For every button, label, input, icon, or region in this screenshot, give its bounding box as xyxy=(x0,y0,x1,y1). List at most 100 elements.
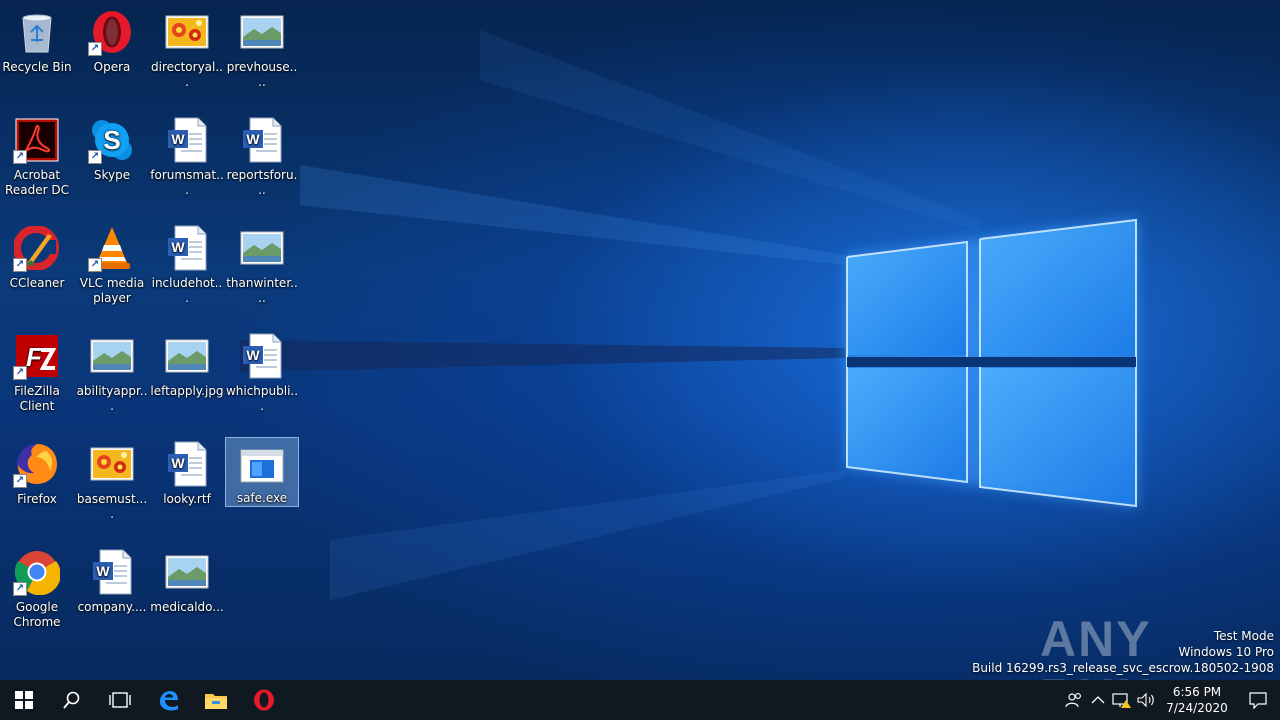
desktop-icon-label: looky.rtf xyxy=(163,492,211,506)
landscape-icon xyxy=(238,224,286,272)
landscape-icon xyxy=(238,8,286,56)
svg-text:S: S xyxy=(103,125,120,155)
desktop-icon-ccleaner[interactable]: ↗ CCleaner xyxy=(0,218,74,318)
word-icon: W xyxy=(163,224,211,272)
svg-text:W: W xyxy=(171,239,185,255)
edge-icon xyxy=(160,691,178,711)
notification-icon xyxy=(1249,692,1267,709)
landscape-icon xyxy=(88,332,136,380)
desktop-icon-directoryal[interactable]: directoryal... xyxy=(150,2,224,102)
clock-date: 7/24/2020 xyxy=(1166,701,1228,715)
desktop-icon-label: safe.exe xyxy=(236,491,288,505)
shortcut-arrow-icon: ↗ xyxy=(13,582,27,596)
action-center-button[interactable] xyxy=(1236,680,1280,720)
desktop-icon-label: basemust.... xyxy=(76,492,148,521)
landscape-icon xyxy=(163,548,211,596)
desktop-icon-includehot[interactable]: Wincludehot... xyxy=(150,218,224,318)
svg-text:W: W xyxy=(246,131,260,147)
skype-icon: S ↗ xyxy=(88,116,136,164)
svg-text:W: W xyxy=(171,455,185,471)
word-icon: W xyxy=(238,116,286,164)
svg-text:W: W xyxy=(171,131,185,147)
clock[interactable]: 6:56 PM 7/24/2020 xyxy=(1158,684,1236,716)
desktop-icon-label: Skype xyxy=(93,168,131,182)
desktop-icon-label: directoryal... xyxy=(151,60,223,89)
desktop-icon-label: reportsforu... xyxy=(226,168,298,197)
file-explorer-icon xyxy=(205,694,227,709)
windows-watermark: Test Mode Windows 10 Pro Build 16299.rs3… xyxy=(972,628,1274,676)
people-icon xyxy=(1065,693,1081,708)
shortcut-arrow-icon: ↗ xyxy=(13,258,27,272)
desktop-icon-abilityappr[interactable]: abilityappr... xyxy=(75,326,149,426)
task-view-icon xyxy=(109,692,131,708)
svg-text:F: F xyxy=(26,342,43,372)
clock-time: 6:56 PM xyxy=(1172,685,1222,699)
opera-icon xyxy=(254,689,274,711)
desktop-icon-leftapply-jpg[interactable]: leftapply.jpg xyxy=(150,326,224,426)
watermark-edition: Windows 10 Pro xyxy=(1178,645,1274,659)
desktop-icon-firefox[interactable]: ↗ Firefox xyxy=(0,434,74,534)
shortcut-arrow-icon: ↗ xyxy=(13,474,27,488)
desktop-icon-opera[interactable]: ↗ Opera xyxy=(75,2,149,102)
chrome-icon: ↗ xyxy=(13,548,61,596)
desktop-icon-label: Opera xyxy=(93,60,131,74)
desktop-icon-label: Acrobat Reader DC xyxy=(5,168,69,197)
task-view-button[interactable] xyxy=(96,680,144,720)
svg-text:W: W xyxy=(246,347,260,363)
shortcut-arrow-icon: ↗ xyxy=(13,366,27,380)
desktop-icon-label: thanwinter.... xyxy=(226,276,298,305)
word-icon: W xyxy=(88,548,136,596)
desktop-icon-label: Google Chrome xyxy=(13,600,61,629)
ccleaner-icon: ↗ xyxy=(13,224,61,272)
desktop-icon-google-chrome[interactable]: ↗ Google Chrome xyxy=(0,542,74,642)
desktop-icon-whichpubli[interactable]: Wwhichpubli... xyxy=(225,326,299,426)
acrobat-icon: ↗ xyxy=(13,116,61,164)
desktop-icon-forumsmat[interactable]: Wforumsmat... xyxy=(150,110,224,210)
desktop-icon-company[interactable]: Wcompany.... xyxy=(75,542,149,642)
taskbar: 6:56 PM 7/24/2020 xyxy=(0,680,1280,720)
desktop-icon-basemust[interactable]: basemust.... xyxy=(75,434,149,534)
landscape-icon xyxy=(163,332,211,380)
desktop-icon-label: whichpubli... xyxy=(225,384,299,413)
desktop-icon-recycle-bin[interactable]: Recycle Bin xyxy=(0,2,74,102)
opera-taskbar-button[interactable] xyxy=(240,680,288,720)
desktop-icon-safe-exe[interactable]: safe.exe xyxy=(225,437,299,507)
shortcut-arrow-icon: ↗ xyxy=(13,150,27,164)
desktop-icon-acrobat-reader-dc[interactable]: ↗ Acrobat Reader DC xyxy=(0,110,74,210)
people-button[interactable] xyxy=(1062,680,1086,720)
desktop-icon-thanwinter[interactable]: thanwinter.... xyxy=(225,218,299,318)
file-explorer-button[interactable] xyxy=(192,680,240,720)
shortcut-arrow-icon: ↗ xyxy=(88,258,102,272)
network-icon xyxy=(1112,693,1131,708)
word-icon: W xyxy=(163,440,211,488)
show-hidden-icons-button[interactable] xyxy=(1086,680,1110,720)
desktop-icon-reportsforu[interactable]: Wreportsforu... xyxy=(225,110,299,210)
network-button[interactable] xyxy=(1110,680,1134,720)
opera-icon: ↗ xyxy=(88,8,136,56)
volume-button[interactable] xyxy=(1134,680,1158,720)
flowerimg-icon xyxy=(88,440,136,488)
edge-button[interactable] xyxy=(144,680,192,720)
volume-icon xyxy=(1137,692,1154,708)
desktop-icon-label: medicaldo... xyxy=(150,600,224,614)
exe-icon xyxy=(238,444,286,487)
desktop-icon-vlc-media-player[interactable]: ↗ VLC media player xyxy=(75,218,149,318)
search-button[interactable] xyxy=(48,680,96,720)
start-button[interactable] xyxy=(0,680,48,720)
desktop-icon-label: Firefox xyxy=(17,492,57,506)
recycle-icon xyxy=(13,8,61,56)
desktop-icon-looky-rtf[interactable]: Wlooky.rtf xyxy=(150,434,224,534)
desktop-icon-label: forumsmat... xyxy=(150,168,224,197)
word-icon: W xyxy=(163,116,211,164)
desktop-icon-label: abilityappr... xyxy=(76,384,148,413)
desktop-icon-medicaldo[interactable]: medicaldo... xyxy=(150,542,224,642)
desktop-icon-filezilla-client[interactable]: F ↗ FileZilla Client xyxy=(0,326,74,426)
desktop-icon-skype[interactable]: S ↗ Skype xyxy=(75,110,149,210)
desktop-icon-prevhouse[interactable]: prevhouse.... xyxy=(225,2,299,102)
filezilla-icon: F ↗ xyxy=(13,332,61,380)
chevron-up-icon xyxy=(1091,696,1105,704)
firefox-icon: ↗ xyxy=(13,440,61,488)
vlc-icon: ↗ xyxy=(88,224,136,272)
system-tray: 6:56 PM 7/24/2020 xyxy=(1062,680,1280,720)
desktop[interactable]: Recycle Bin ↗ Opera directoryal... prevhouse… xyxy=(0,0,1280,680)
